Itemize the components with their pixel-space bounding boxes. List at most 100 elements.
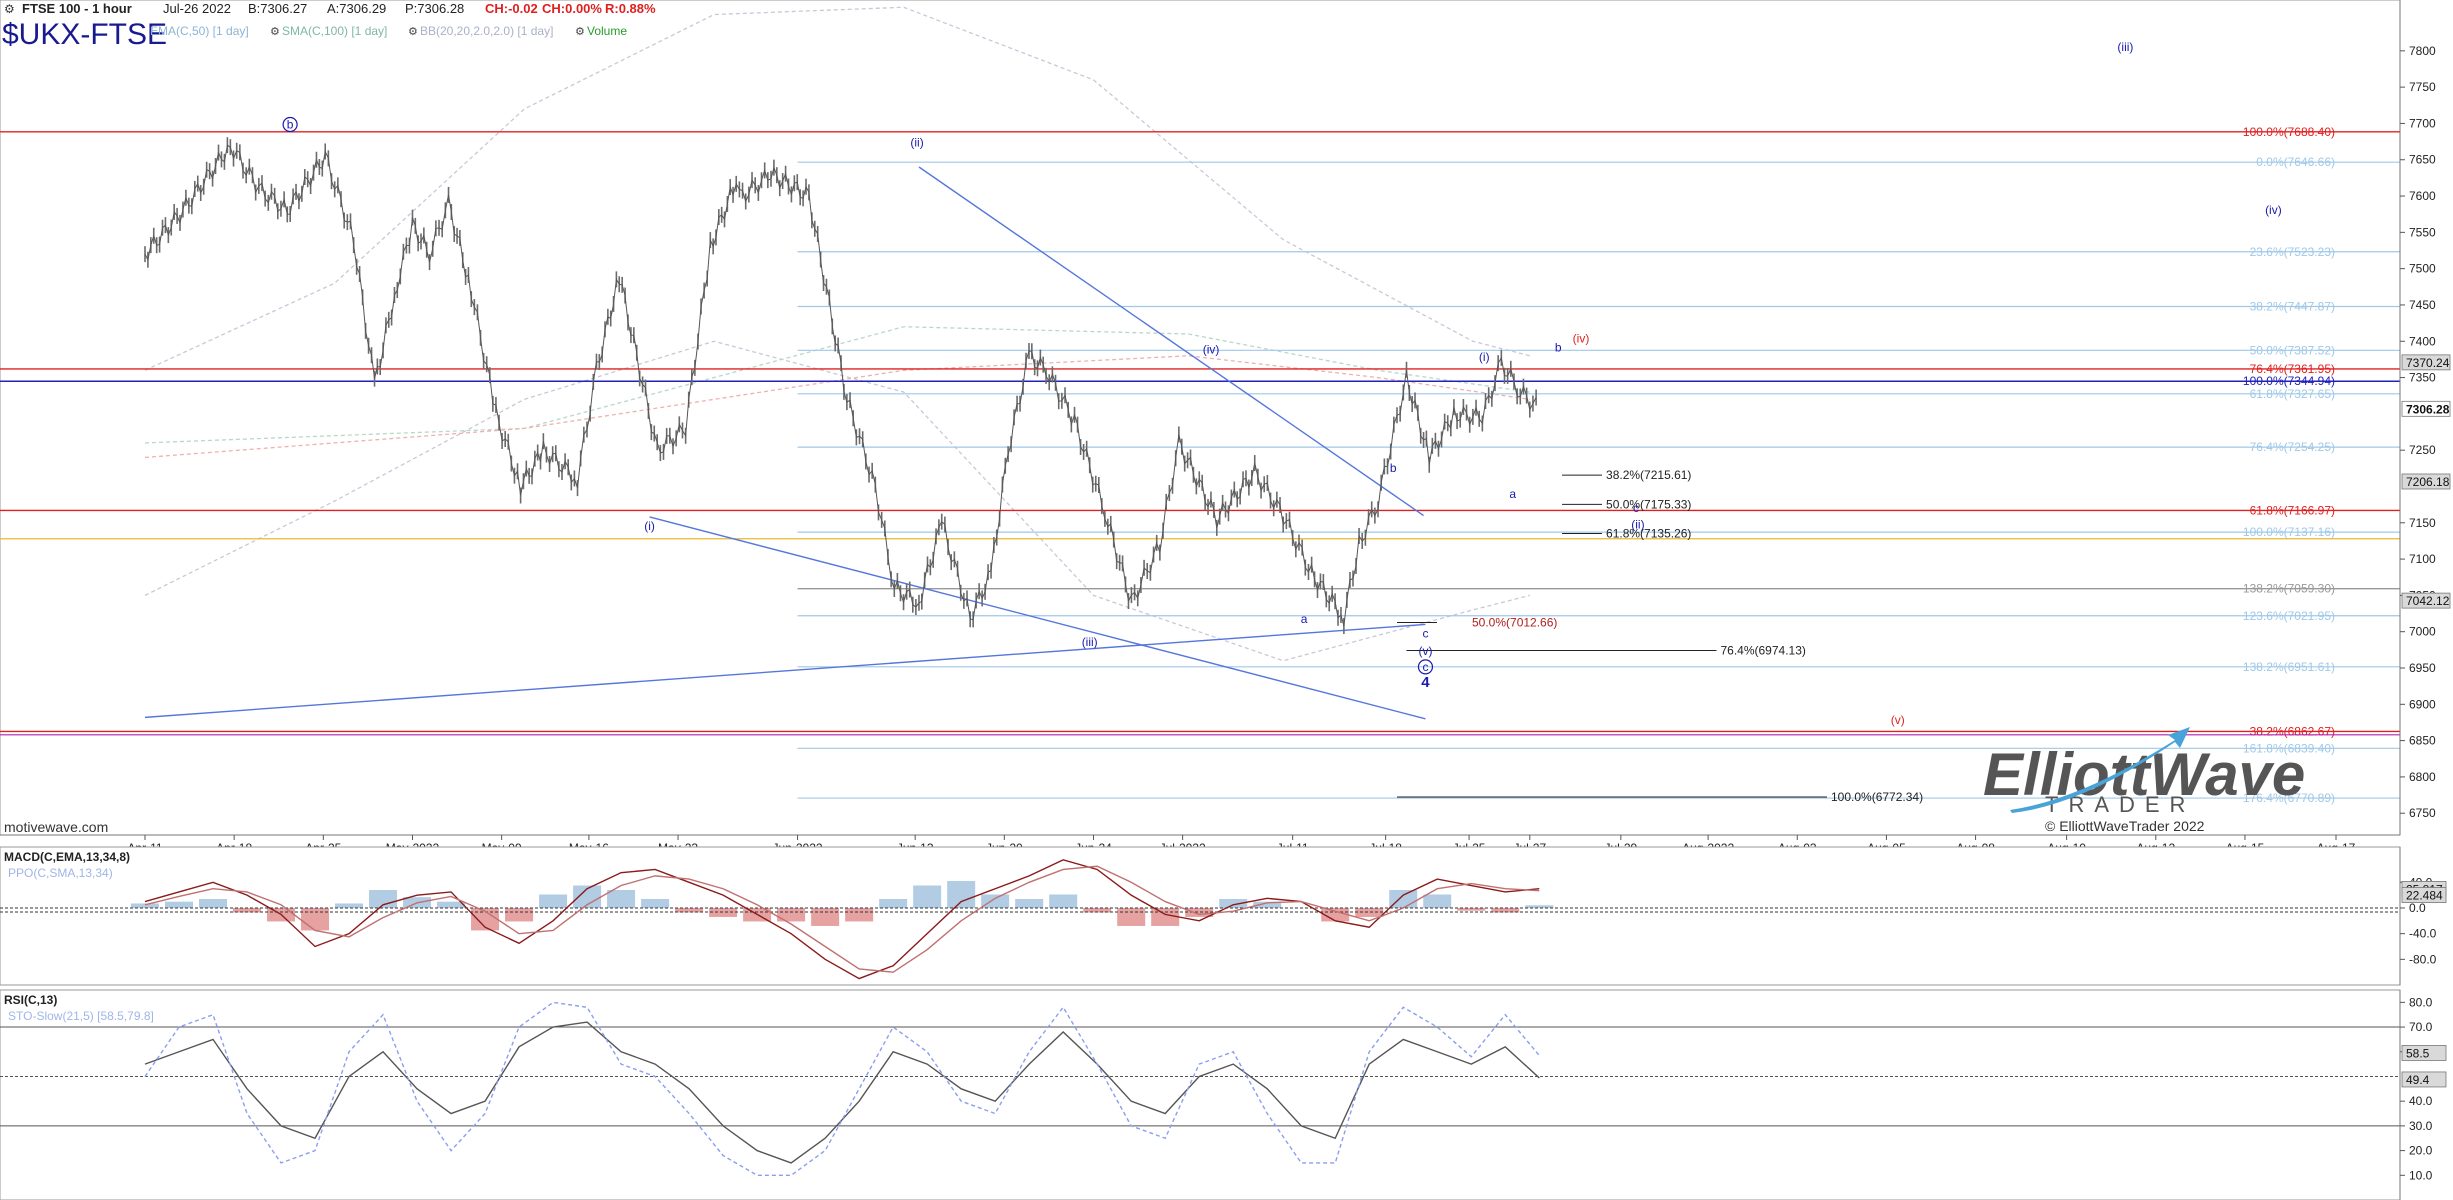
wave-label: c xyxy=(1422,627,1428,641)
header-price: P:7306.28 xyxy=(405,1,464,16)
y-tick-label: 7500 xyxy=(2409,262,2436,276)
fib-level-label: 23.6%(7523.23) xyxy=(2250,245,2335,259)
projection-label: 61.8%(7135.26) xyxy=(1606,526,1691,540)
macd-y-tick-label: -80.0 xyxy=(2409,952,2437,966)
gear-icon[interactable]: ⚙ xyxy=(4,2,15,16)
wave-label: (ii) xyxy=(1631,518,1644,532)
y-tick-label: 7750 xyxy=(2409,80,2436,94)
wave-label: (v) xyxy=(1418,644,1432,658)
rsi-subtitle: STO-Slow(21,5) [58.5,79.8] xyxy=(8,1009,154,1023)
wave-label: b xyxy=(287,118,294,132)
big-symbol: $UKX-FTSE xyxy=(2,18,167,51)
y-tick-label: 7100 xyxy=(2409,552,2436,566)
macd-histogram-bar xyxy=(1049,894,1078,908)
fib-level-label: 38.2%(6862.67) xyxy=(2250,724,2335,738)
y-tick-label: 6800 xyxy=(2409,770,2436,784)
fib-level-label: 61.8%(7327.65) xyxy=(2250,387,2335,401)
wave-label: (iv) xyxy=(1573,332,1590,346)
macd-histogram-bar xyxy=(641,898,670,908)
y-tick-label: 7400 xyxy=(2409,334,2436,348)
macd-histogram-bar xyxy=(165,901,194,908)
projection-label: 76.4%(6974.13) xyxy=(1720,643,1805,657)
y-tick-label: 7450 xyxy=(2409,298,2436,312)
y-tick-label: 7250 xyxy=(2409,443,2436,457)
rsi-panel[interactable]: RSI(C,13) STO-Slow(21,5) [58.5,79.8] 80.0 7… xyxy=(0,989,2447,1200)
wave-label: 4 xyxy=(1421,674,1430,691)
main-price-panel[interactable]: 100.0%(7688.40) 0.0%(7646.66) 23.6%(7523.2… xyxy=(0,0,2451,855)
rsi-y-tick-label: 10.0 xyxy=(2409,1168,2433,1182)
wave-label: (iv) xyxy=(2265,203,2282,217)
header-date: Jul-26 2022 xyxy=(163,1,231,16)
fib-level-label: 100.0%(7137.16) xyxy=(2243,525,2335,539)
fib-level-label: 38.2%(7447.87) xyxy=(2250,300,2335,314)
indicator-sma[interactable]: SMA(C,100) [1 day] xyxy=(282,24,387,38)
chart-canvas: 100.0%(7688.40) 0.0%(7646.66) 23.6%(7523.2… xyxy=(0,0,2451,1200)
price-box-label: 7306.28 xyxy=(2406,402,2450,416)
price-box-label: 7042.12 xyxy=(2406,594,2450,608)
rsi-value-label: 58.5 xyxy=(2406,1046,2430,1060)
price-box-label: 7206.18 xyxy=(2406,475,2450,489)
macd-histogram-bar xyxy=(199,898,228,908)
logo-copyright: © ElliottWaveTrader 2022 xyxy=(2045,818,2205,834)
macd-histogram-bar xyxy=(845,907,874,922)
fib-level-label: 138.2%(6951.61) xyxy=(2243,660,2335,674)
macd-panel[interactable]: MACD(C,EMA,13,34,8)PPO(C,SMA,13,34)40.00… xyxy=(0,846,2447,986)
indicator-sma-icon: ⚙ xyxy=(270,26,280,38)
wave-label: (iii) xyxy=(2117,40,2133,54)
projection-label: 38.2%(7215.61) xyxy=(1606,468,1691,482)
y-tick-label: 7150 xyxy=(2409,516,2436,530)
macd-histogram-bar xyxy=(675,907,704,913)
wave-label: a xyxy=(1509,487,1516,501)
header-change: CH:-0.02 xyxy=(485,1,538,16)
projection-label: 50.0%(7012.66) xyxy=(1472,616,1557,630)
macd-histogram-bar xyxy=(539,894,568,908)
watermark: motivewave.com xyxy=(4,819,108,835)
wave-label: (iii) xyxy=(1082,635,1098,649)
y-tick-label: 6850 xyxy=(2409,734,2436,748)
rsi-y-tick-label: 80.0 xyxy=(2409,995,2433,1009)
y-tick-label: 7000 xyxy=(2409,625,2436,639)
macd-histogram-bar xyxy=(335,903,364,908)
wave-label: c xyxy=(1633,501,1639,515)
y-tick-label: 6750 xyxy=(2409,806,2436,820)
wave-label: (iv) xyxy=(1203,343,1220,357)
macd-histogram-bar xyxy=(777,907,806,922)
wave-label: (i) xyxy=(644,519,655,533)
wave-label: b xyxy=(1390,461,1397,475)
y-tick-label: 7650 xyxy=(2409,153,2436,167)
y-tick-label: 7800 xyxy=(2409,44,2436,58)
macd-title: MACD(C,EMA,13,34,8) xyxy=(4,850,130,864)
macd-y-tick-label: 0.0 xyxy=(2409,901,2426,915)
indicator-ema[interactable]: EMA(C,50) [1 day] xyxy=(150,24,249,38)
macd-histogram-bar xyxy=(1015,898,1044,908)
projection-label: 50.0%(7175.33) xyxy=(1606,497,1691,511)
main-plot-area xyxy=(0,0,2401,836)
fib-level-label: 100.0%(7688.40) xyxy=(2243,125,2335,139)
macd-histogram-bar xyxy=(981,894,1010,908)
rsi-value-label: 49.4 xyxy=(2406,1073,2430,1087)
rsi-y-tick-label: 20.0 xyxy=(2409,1144,2433,1158)
y-tick-label: 7350 xyxy=(2409,371,2436,385)
rsi-plot-area xyxy=(0,989,2401,1200)
indicator-volume[interactable]: Volume xyxy=(587,24,627,38)
wave-label: c xyxy=(1422,660,1428,674)
fib-level-label: 138.2%(7059.30) xyxy=(2243,582,2335,596)
macd-histogram-bar xyxy=(607,890,636,908)
indicator-bb[interactable]: BB(20,20,2.0,2.0) [1 day] xyxy=(420,24,553,38)
header-ask: A:7306.29 xyxy=(327,1,386,16)
macd-histogram-bar xyxy=(1151,907,1180,926)
wave-label: (i) xyxy=(1479,350,1490,364)
macd-histogram-bar xyxy=(1423,894,1452,908)
macd-histogram-bar xyxy=(913,885,942,908)
rsi-y-tick-label: 40.0 xyxy=(2409,1094,2433,1108)
wave-label: a xyxy=(1301,612,1308,626)
macd-subtitle: PPO(C,SMA,13,34) xyxy=(8,866,113,880)
price-box-label: 7370.24 xyxy=(2406,356,2450,370)
wave-label: (v) xyxy=(1891,713,1905,727)
fib-level-label: 76.4%(7254.25) xyxy=(2250,440,2335,454)
y-tick-label: 7550 xyxy=(2409,225,2436,239)
macd-histogram-bar xyxy=(1355,907,1384,917)
macd-histogram-bar xyxy=(1117,907,1146,926)
macd-histogram-bar xyxy=(811,907,840,926)
fib-level-label: 123.6%(7021.95) xyxy=(2243,609,2335,623)
